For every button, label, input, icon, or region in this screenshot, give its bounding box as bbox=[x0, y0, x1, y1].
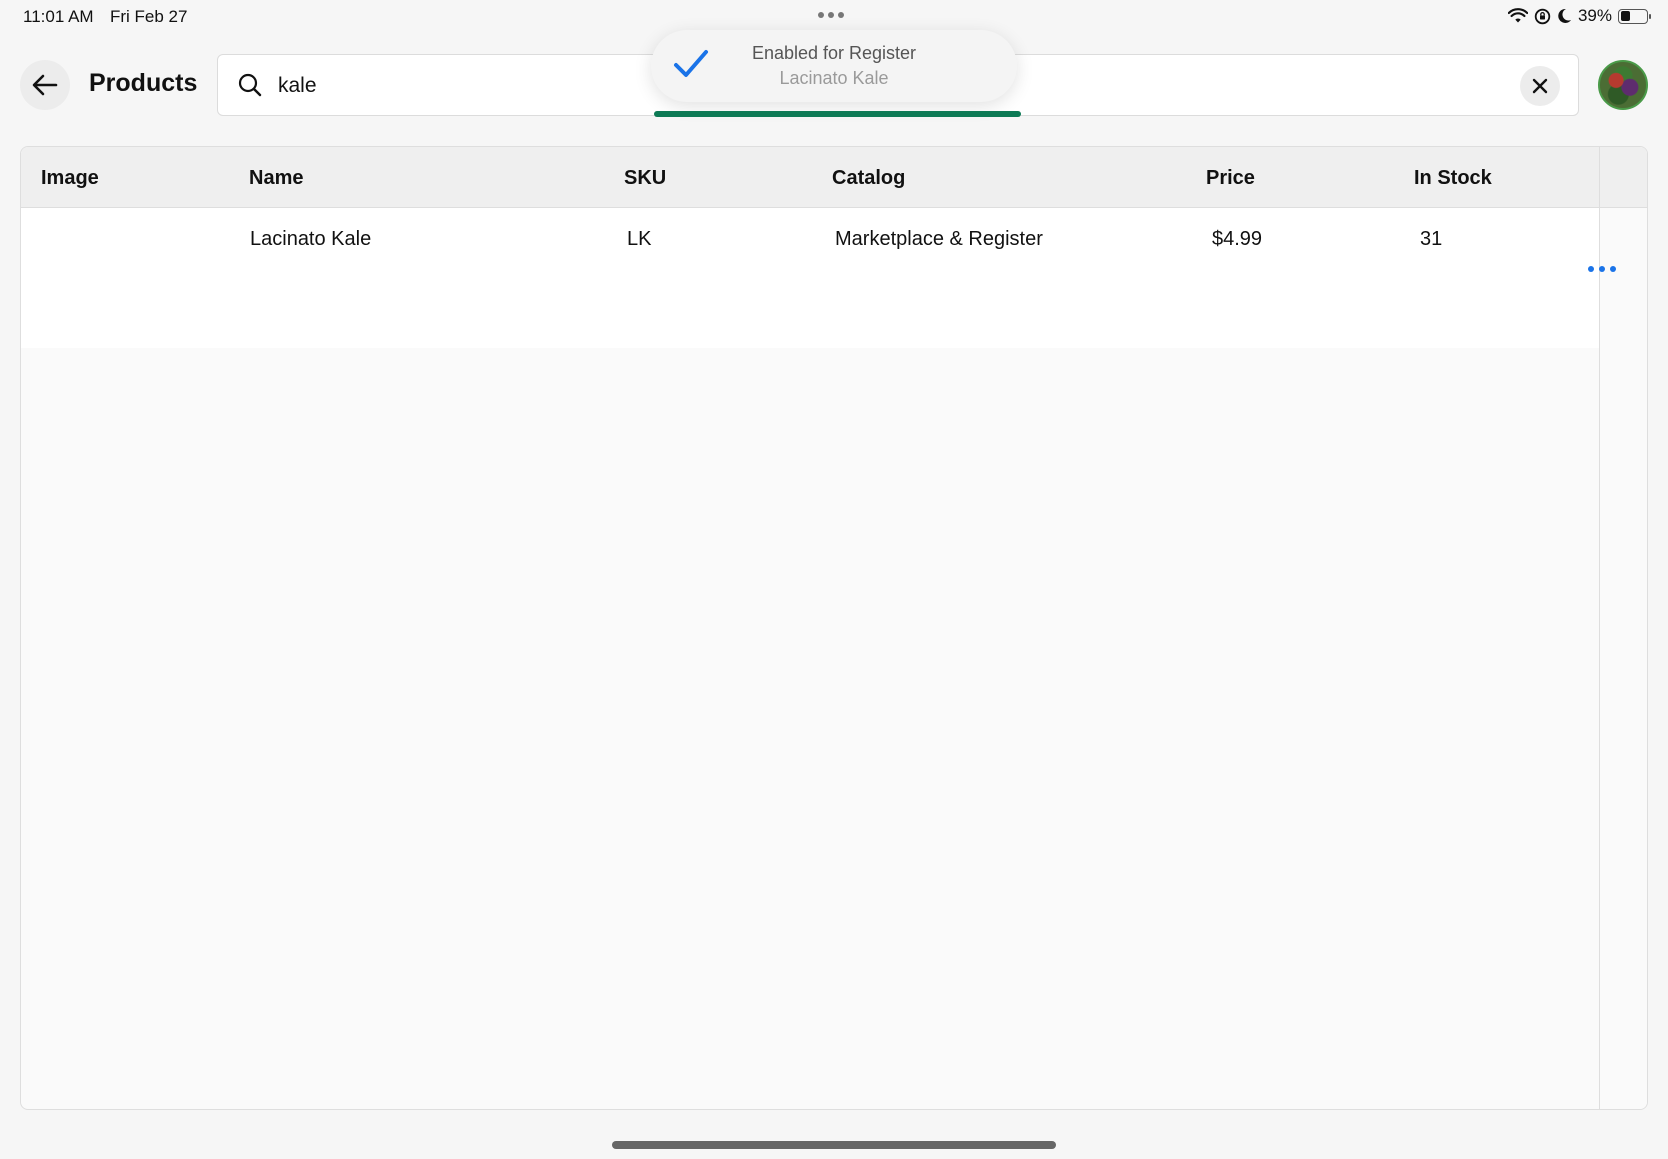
back-button[interactable] bbox=[20, 60, 70, 110]
cell-name: Lacinato Kale bbox=[250, 228, 372, 250]
multitasking-dots-icon[interactable] bbox=[818, 12, 844, 18]
cell-in-stock: 31 bbox=[1420, 228, 1443, 250]
battery-percent: 39% bbox=[1577, 6, 1612, 25]
close-icon bbox=[1532, 78, 1548, 94]
cell-price: $4.99 bbox=[1212, 228, 1263, 250]
wifi-icon bbox=[1507, 8, 1528, 23]
toast-progress-bar bbox=[654, 111, 1021, 117]
toast-title: Enabled for Register bbox=[751, 43, 917, 63]
column-header-price[interactable]: Price bbox=[1206, 167, 1255, 190]
rotation-lock-icon bbox=[1534, 8, 1551, 24]
table-header: Image Name SKU Catalog Price In Stock bbox=[21, 147, 1599, 208]
home-indicator[interactable] bbox=[612, 1141, 1056, 1149]
cell-sku: LK bbox=[627, 228, 652, 250]
toast-notification: Enabled for Register Lacinato Kale bbox=[651, 30, 1017, 102]
avatar[interactable] bbox=[1598, 60, 1648, 110]
moon-icon bbox=[1558, 8, 1571, 23]
clear-search-button[interactable] bbox=[1520, 66, 1560, 106]
cell-catalog: Marketplace & Register bbox=[835, 228, 1043, 250]
page-title: Products bbox=[89, 69, 198, 97]
row-more-options-button[interactable] bbox=[1588, 266, 1616, 272]
search-icon bbox=[238, 73, 262, 97]
actions-column bbox=[1599, 147, 1647, 1109]
column-header-sku[interactable]: SKU bbox=[624, 167, 666, 190]
battery-icon bbox=[1618, 8, 1651, 24]
arrow-left-icon bbox=[32, 74, 58, 96]
status-time: 11:01 AM bbox=[23, 7, 94, 26]
status-date: Fri Feb 27 bbox=[110, 7, 188, 26]
status-icons: 39% bbox=[1507, 6, 1651, 26]
table-row[interactable]: Lacinato Kale LK Marketplace & Register … bbox=[21, 208, 1599, 348]
more-dots-icon bbox=[1588, 266, 1594, 272]
toast-progress-fill bbox=[654, 111, 1021, 117]
products-table: Image Name SKU Catalog Price In Stock La… bbox=[20, 146, 1648, 1110]
column-header-in-stock[interactable]: In Stock bbox=[1414, 167, 1492, 190]
actions-column-header bbox=[1600, 147, 1647, 208]
battery-fill bbox=[1620, 11, 1631, 21]
column-header-image[interactable]: Image bbox=[41, 167, 99, 190]
toast-subtitle: Lacinato Kale bbox=[779, 68, 889, 88]
column-header-catalog[interactable]: Catalog bbox=[832, 167, 905, 190]
column-header-name[interactable]: Name bbox=[249, 167, 303, 190]
